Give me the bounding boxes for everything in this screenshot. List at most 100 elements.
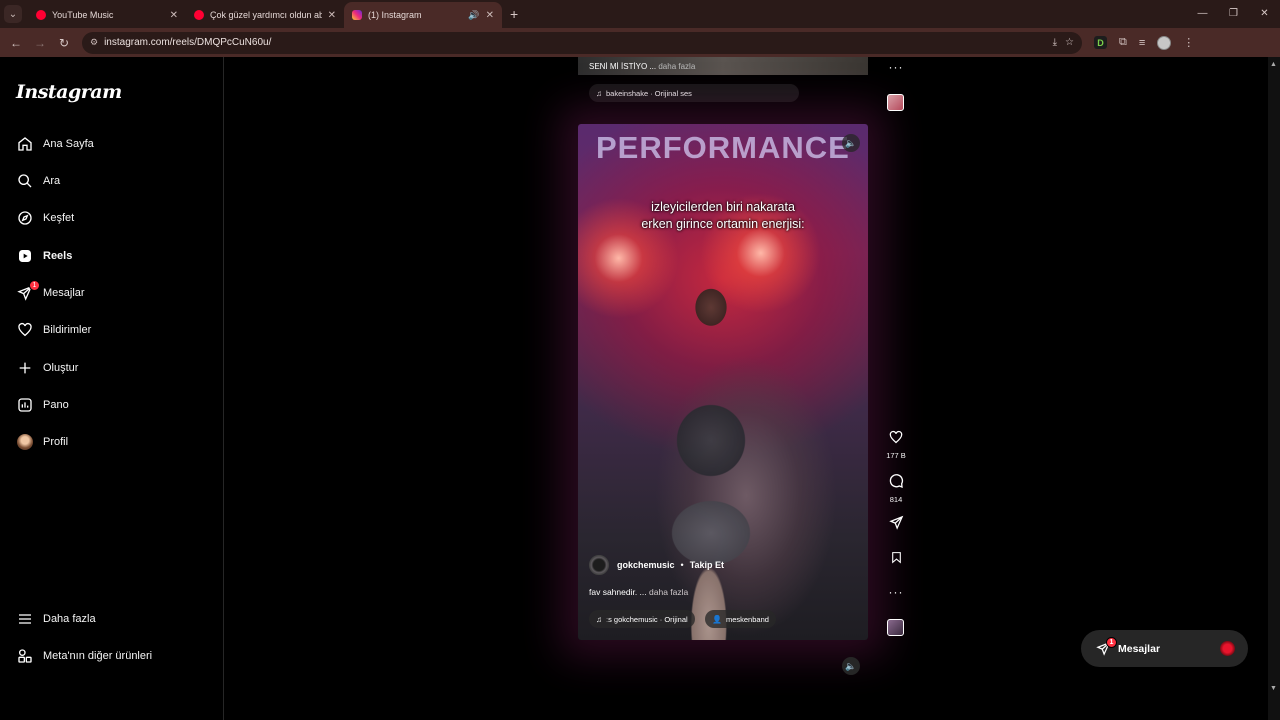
comment-button[interactable]: 814 xyxy=(885,473,907,504)
minimize-icon[interactable]: — xyxy=(1187,0,1218,28)
sidebar-item-label: Bildirimler xyxy=(43,324,92,336)
extensions-puzzle-icon[interactable]: ⧉ xyxy=(1119,36,1127,49)
scroll-up-arrow-icon[interactable]: ▲ xyxy=(1270,61,1277,68)
sidebar-item-profile[interactable]: Profil xyxy=(16,428,68,456)
previous-reel-audio-thumbnail[interactable] xyxy=(887,94,904,111)
more-link[interactable]: daha fazla xyxy=(649,587,688,597)
close-tab-icon[interactable]: ✕ xyxy=(170,10,178,21)
sidebar-item-label: Pano xyxy=(43,399,69,411)
owner-username[interactable]: gokchemusic xyxy=(617,560,675,570)
sidebar-item-home[interactable]: Ana Sayfa xyxy=(16,130,94,158)
music-note-icon: ♫ xyxy=(596,88,602,98)
address-bar[interactable]: ⚙ instagram.com/reels/DMQPcCuN60u/ ⤓ ☆ xyxy=(82,31,1082,54)
instagram-logo[interactable]: Instagram xyxy=(16,81,122,103)
tagged-username: meskenband xyxy=(725,614,769,624)
tab-instagram[interactable]: (1) Instagram 🔊 ✕ xyxy=(344,2,502,28)
audio-label: ːs gokchemusic · Orijinal xyxy=(606,614,688,624)
browser-toolbar: ← → ↻ ⚙ instagram.com/reels/DMQPcCuN60u/… xyxy=(0,28,1280,57)
reel-audio-chip[interactable]: ♫ ːs gokchemusic · Orijinal xyxy=(589,610,695,628)
sidebar-item-reels[interactable]: Reels xyxy=(16,242,72,270)
forward-icon[interactable]: → xyxy=(28,36,52,50)
tab-title: (1) Instagram xyxy=(368,10,422,20)
tab-search-button[interactable]: ⌄ xyxy=(4,5,22,23)
tab-youtube-music[interactable]: YouTube Music ✕ xyxy=(28,2,186,28)
sidebar-item-explore[interactable]: Keşfet xyxy=(16,204,74,232)
speaker-icon: 🔈 xyxy=(845,660,857,671)
menu-icon xyxy=(16,610,34,628)
notification-badge: 1 xyxy=(1106,636,1117,648)
messages-floating-button[interactable]: 1 Mesajlar xyxy=(1081,630,1248,667)
caption-text: fav sahnedir. ... xyxy=(589,587,647,597)
new-tab-button[interactable]: + xyxy=(510,6,518,22)
heart-icon xyxy=(889,430,903,444)
sidebar-item-label: Ara xyxy=(43,175,61,187)
share-icon xyxy=(888,515,903,530)
youtube-music-favicon xyxy=(36,10,46,20)
media-controls-icon[interactable]: ≡ xyxy=(1139,37,1145,49)
tagged-user-chip[interactable]: 👤 meskenband xyxy=(705,610,776,628)
sidebar-item-label: Oluştur xyxy=(43,362,79,374)
dashboard-icon xyxy=(16,396,34,414)
scroll-down-arrow-icon[interactable]: ▼ xyxy=(1270,685,1277,692)
notification-badge: 1 xyxy=(29,280,40,291)
stage-banner-text: PERFORMANCE xyxy=(596,130,850,165)
previous-reel-audio-chip[interactable]: ♫ bakeinshake · Orijinal ses xyxy=(589,84,799,102)
like-count: 177 B xyxy=(886,451,906,460)
messages-label: Mesajlar xyxy=(1118,642,1161,655)
sidebar-item-search[interactable]: Ara xyxy=(16,167,60,195)
contact-avatar xyxy=(1220,641,1235,656)
caption-text: SENİ Mİ İSTİYO ... xyxy=(589,62,657,71)
more-link[interactable]: daha fazla xyxy=(658,62,695,71)
sidebar-item-label: Ana Sayfa xyxy=(43,138,94,150)
home-icon xyxy=(16,135,34,153)
reel-overlay-subtitle: izleyicilerden biri nakarata erken girin… xyxy=(578,199,868,233)
sidebar-item-messages[interactable]: 1 Mesajlar xyxy=(16,279,85,307)
back-icon[interactable]: ← xyxy=(4,36,28,50)
next-reel-audio-button[interactable]: 🔈 xyxy=(842,657,860,675)
sidebar-item-label: Mesajlar xyxy=(43,287,85,299)
music-note-icon: ♫ xyxy=(596,614,602,624)
browser-menu-icon[interactable]: ⋮ xyxy=(1183,36,1194,49)
plus-icon xyxy=(16,359,34,377)
save-button[interactable] xyxy=(885,550,907,570)
page-scrollbar[interactable]: ▲ ▼ xyxy=(1268,57,1280,720)
reel-more-options-icon[interactable]: ··· xyxy=(885,585,907,599)
sidebar-item-label: Daha fazla xyxy=(43,613,96,625)
browser-profile-avatar[interactable] xyxy=(1157,35,1172,50)
sidebar-item-create[interactable]: Oluştur xyxy=(16,354,78,382)
window-controls: — ❐ ✕ xyxy=(1187,0,1280,28)
tab-youtube-video[interactable]: Çok güzel yardımcı oldun abi 🙂 ✕ xyxy=(186,2,344,28)
audio-toggle-button[interactable]: 🔈 xyxy=(842,134,860,152)
extension-d-icon[interactable]: D xyxy=(1094,36,1107,49)
close-tab-icon[interactable]: ✕ xyxy=(328,10,336,21)
close-tab-icon[interactable]: ✕ xyxy=(486,10,494,21)
tab-audio-icon[interactable]: 🔊 xyxy=(468,10,479,21)
sidebar-item-dashboard[interactable]: Pano xyxy=(16,391,69,419)
install-app-icon[interactable]: ⤓ xyxy=(1053,37,1057,48)
sidebar-item-meta-products[interactable]: Meta'nın diğer ürünleri xyxy=(16,642,152,670)
sidebar-item-label: Profil xyxy=(43,436,69,448)
sidebar-item-notifications[interactable]: Bildirimler xyxy=(16,316,91,344)
comment-icon xyxy=(889,474,904,489)
owner-avatar[interactable] xyxy=(589,555,609,575)
bookmark-star-icon[interactable]: ☆ xyxy=(1065,37,1074,48)
tab-title: Çok güzel yardımcı oldun abi 🙂 xyxy=(210,9,322,20)
messages-icon: 1 xyxy=(16,280,40,302)
url-text: instagram.com/reels/DMQPcCuN60u/ xyxy=(104,37,272,48)
previous-reel-caption[interactable]: SENİ Mİ İSTİYO ... daha fazla xyxy=(589,62,695,71)
previous-reel-more-icon[interactable]: ··· xyxy=(885,60,907,74)
like-button[interactable]: 177 B xyxy=(885,430,907,460)
instagram-sidebar: Instagram Ana Sayfa Ara Keşfet Reels 1 M… xyxy=(0,57,224,720)
share-button[interactable] xyxy=(885,515,907,535)
bookmark-icon xyxy=(891,552,901,564)
speaker-icon: 🔈 xyxy=(845,137,857,148)
follow-button[interactable]: Takip Et xyxy=(690,560,724,570)
reel-caption[interactable]: fav sahnedir. ... daha fazla xyxy=(589,587,688,597)
sidebar-item-more[interactable]: Daha fazla xyxy=(16,605,96,633)
restore-icon[interactable]: ❐ xyxy=(1218,0,1249,28)
site-info-icon[interactable]: ⚙ xyxy=(90,37,98,48)
reload-icon[interactable]: ↻ xyxy=(52,36,76,50)
audio-thumbnail[interactable] xyxy=(887,619,904,636)
close-window-icon[interactable]: ✕ xyxy=(1249,0,1280,28)
profile-avatar xyxy=(16,433,34,451)
